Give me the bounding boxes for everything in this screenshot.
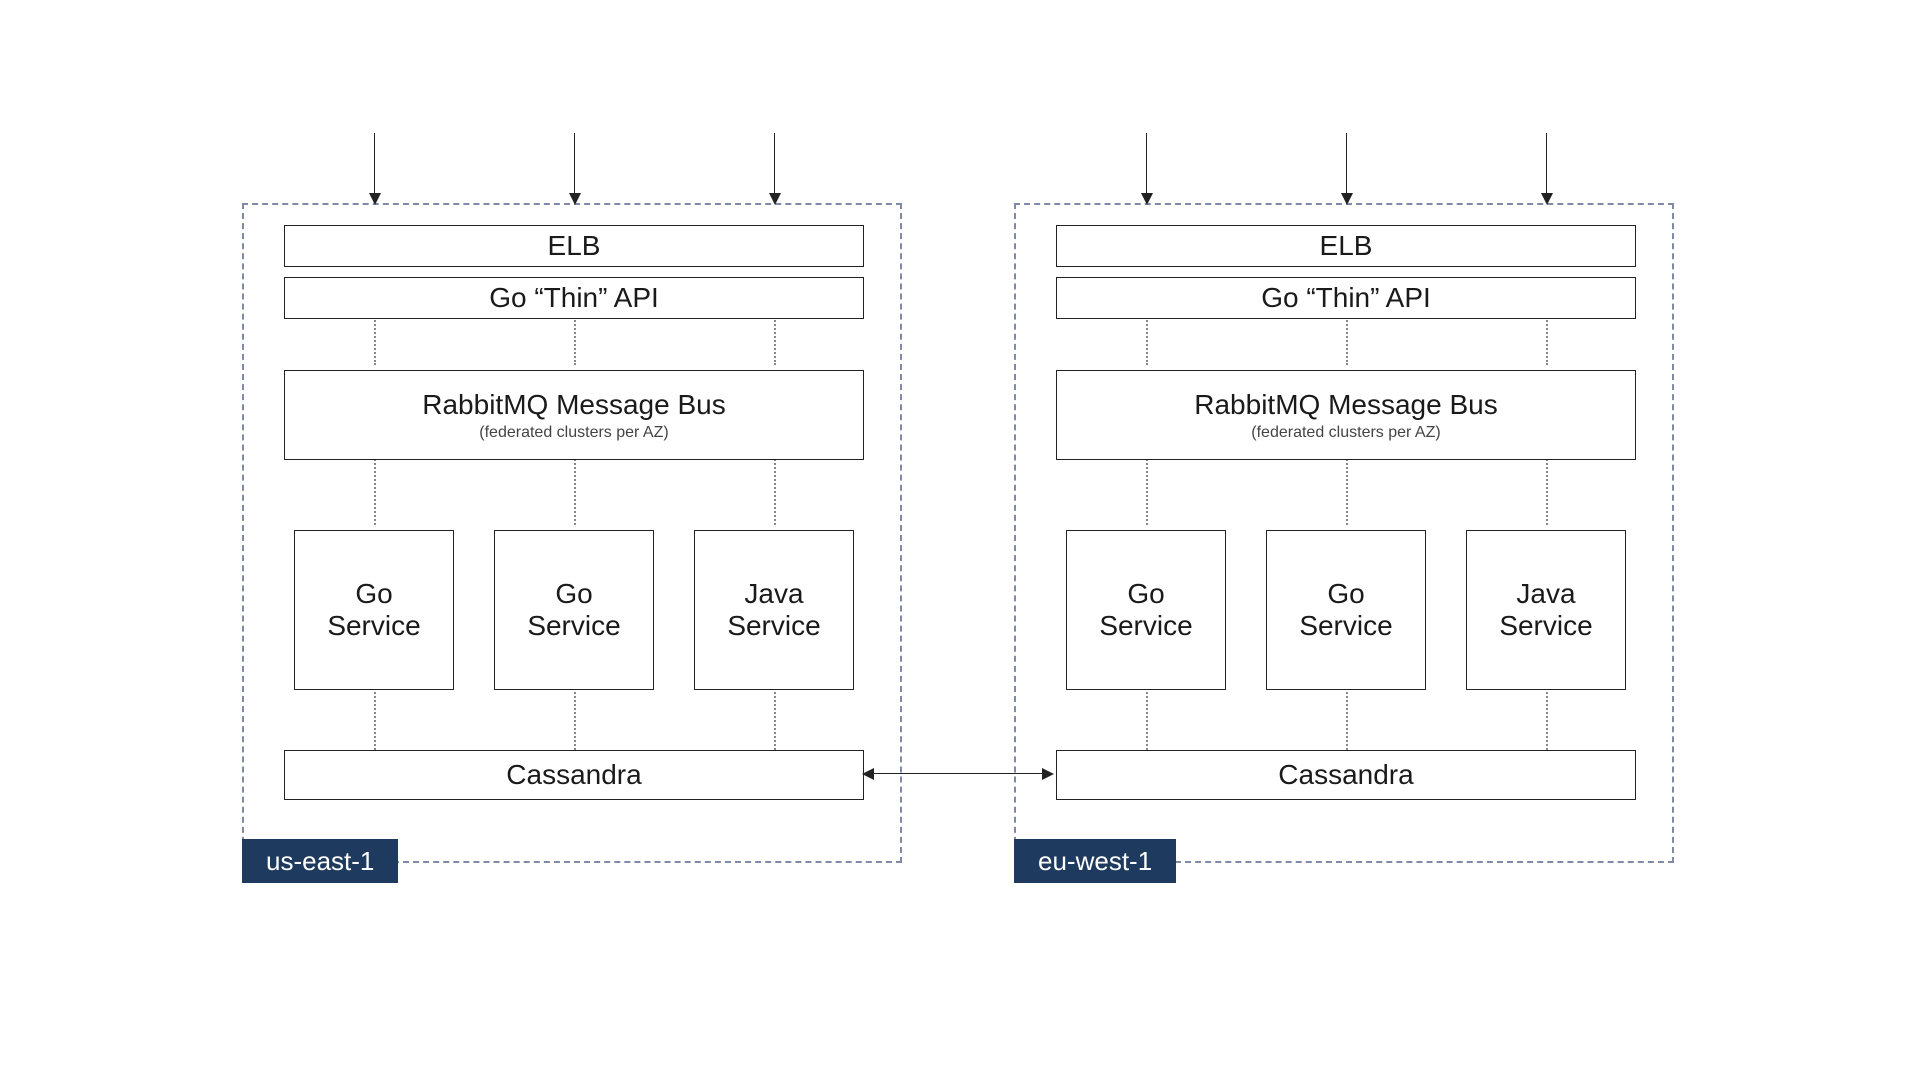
- bus-box: RabbitMQ Message Bus (federated clusters…: [1056, 370, 1636, 460]
- db-box: Cassandra: [284, 750, 864, 800]
- region-label: eu-west-1: [1014, 839, 1176, 883]
- api-box: Go “Thin” API: [284, 277, 864, 319]
- connector-line: [574, 455, 576, 525]
- region-name: eu-west-1: [1038, 846, 1152, 877]
- service-label: Service: [1299, 610, 1392, 641]
- service-box: GoService: [294, 530, 454, 690]
- arrow-in-icon: [1546, 133, 1547, 203]
- connector-line: [574, 685, 576, 750]
- connector-line: [1546, 455, 1548, 525]
- connector-line: [1346, 455, 1348, 525]
- api-label: Go “Thin” API: [489, 281, 659, 315]
- service-label: Go: [1327, 578, 1364, 609]
- service-label: Java: [744, 578, 803, 609]
- bus-box: RabbitMQ Message Bus (federated clusters…: [284, 370, 864, 460]
- region-label: us-east-1: [242, 839, 398, 883]
- service-box: GoService: [494, 530, 654, 690]
- service-box: JavaService: [694, 530, 854, 690]
- service-label: Service: [1099, 610, 1192, 641]
- connector-line: [1146, 685, 1148, 750]
- arrow-in-icon: [1146, 133, 1147, 203]
- arrow-in-icon: [374, 133, 375, 203]
- elb-box: ELB: [284, 225, 864, 267]
- service-label: Go: [355, 578, 392, 609]
- region-eu-west-1: ELB Go “Thin” API RabbitMQ Message Bus (…: [1014, 203, 1674, 863]
- connector-line: [374, 685, 376, 750]
- service-label: Go: [1127, 578, 1164, 609]
- elb-label: ELB: [548, 229, 601, 263]
- service-label: Service: [727, 610, 820, 641]
- region-us-east-1: ELB Go “Thin” API RabbitMQ Message Bus (…: [242, 203, 902, 863]
- service-box: GoService: [1066, 530, 1226, 690]
- connector-line: [774, 455, 776, 525]
- arrow-in-icon: [774, 133, 775, 203]
- connector-line: [1346, 685, 1348, 750]
- service-box: GoService: [1266, 530, 1426, 690]
- bus-title: RabbitMQ Message Bus: [1194, 388, 1497, 422]
- cassandra-replication-arrow-icon: [864, 773, 1052, 774]
- db-box: Cassandra: [1056, 750, 1636, 800]
- api-box: Go “Thin” API: [1056, 277, 1636, 319]
- connector-line: [774, 685, 776, 750]
- service-label: Go: [555, 578, 592, 609]
- bus-subtitle: (federated clusters per AZ): [1251, 424, 1440, 442]
- db-label: Cassandra: [506, 758, 641, 792]
- bus-title: RabbitMQ Message Bus: [422, 388, 725, 422]
- connector-line: [1546, 685, 1548, 750]
- connector-line: [1146, 455, 1148, 525]
- service-label: Service: [527, 610, 620, 641]
- connector-line: [374, 455, 376, 525]
- db-label: Cassandra: [1278, 758, 1413, 792]
- service-label: Java: [1516, 578, 1575, 609]
- diagram-stage: ELB Go “Thin” API RabbitMQ Message Bus (…: [192, 108, 1728, 972]
- elb-label: ELB: [1320, 229, 1373, 263]
- bus-subtitle: (federated clusters per AZ): [479, 424, 668, 442]
- service-box: JavaService: [1466, 530, 1626, 690]
- service-label: Service: [1499, 610, 1592, 641]
- service-label: Service: [327, 610, 420, 641]
- elb-box: ELB: [1056, 225, 1636, 267]
- api-label: Go “Thin” API: [1261, 281, 1431, 315]
- arrow-in-icon: [574, 133, 575, 203]
- region-name: us-east-1: [266, 846, 374, 877]
- arrow-in-icon: [1346, 133, 1347, 203]
